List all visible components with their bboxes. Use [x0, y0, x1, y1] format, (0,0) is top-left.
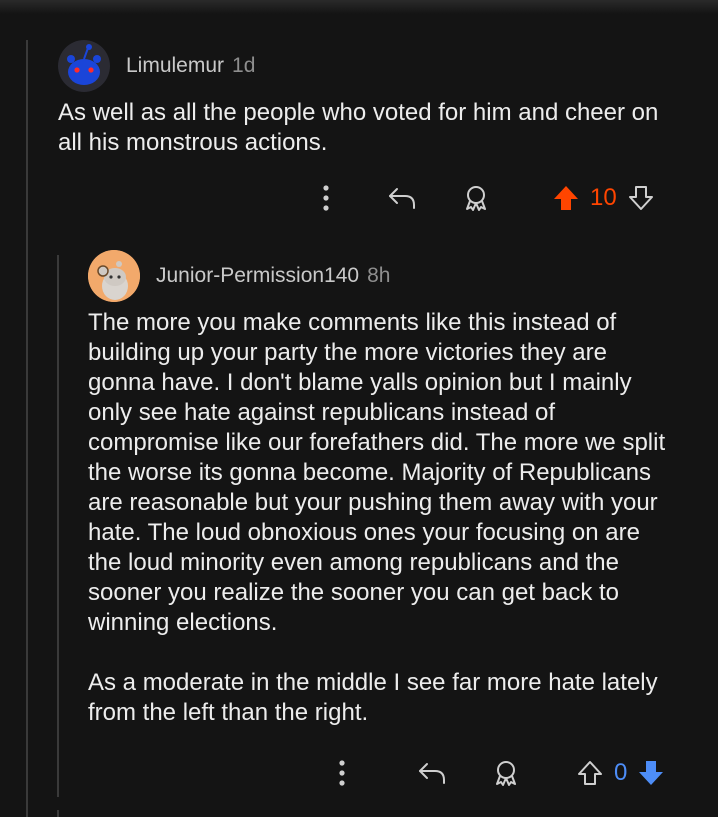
reply-button[interactable] — [412, 753, 452, 793]
avatar[interactable] — [88, 250, 140, 302]
more-options-button[interactable] — [322, 753, 362, 793]
downvote-button[interactable] — [621, 178, 661, 218]
upvote-icon — [554, 186, 578, 210]
username[interactable]: Junior-Permission140 — [156, 264, 359, 288]
comment-body: As well as all the people who voted for … — [58, 99, 666, 156]
comment-age: 8h — [367, 264, 391, 287]
thread-line-parent[interactable] — [26, 40, 28, 817]
comment-actions: 0 — [322, 753, 671, 793]
username[interactable]: Limulemur — [126, 54, 224, 78]
more-options-button[interactable] — [306, 178, 346, 218]
more-options-icon — [323, 185, 329, 211]
comment-junior-permission140: Junior-Permission140 8h The more you mak… — [88, 250, 698, 728]
thread-line-reply-continued[interactable] — [57, 810, 59, 817]
snoo-avatar-icon — [88, 250, 140, 302]
award-button[interactable] — [456, 178, 496, 218]
reply-icon — [419, 763, 445, 784]
upvote-icon — [578, 761, 602, 785]
award-icon — [466, 186, 486, 211]
thread-line-reply[interactable] — [57, 255, 59, 797]
comment-header: Limulemur 1d — [58, 40, 698, 92]
comment-body: The more you make comments like this ins… — [88, 309, 666, 726]
upvote-button[interactable] — [570, 753, 610, 793]
comment-header: Junior-Permission140 8h — [88, 250, 698, 302]
comment-actions: 10 — [306, 178, 661, 218]
vote-score: 0 — [614, 759, 628, 786]
reply-icon — [389, 188, 415, 209]
downvote-icon — [639, 761, 664, 785]
award-button[interactable] — [486, 753, 526, 793]
snoo-avatar-icon — [58, 40, 110, 92]
more-options-icon — [339, 760, 345, 786]
comment-age: 1d — [232, 54, 256, 77]
comment-limulemur: Limulemur 1d As well as all the people w… — [58, 40, 698, 158]
award-icon — [496, 761, 516, 786]
reply-button[interactable] — [382, 178, 422, 218]
vote-score: 10 — [590, 184, 617, 211]
avatar[interactable] — [58, 40, 110, 92]
downvote-button[interactable] — [631, 753, 671, 793]
downvote-icon — [628, 186, 653, 210]
upvote-button[interactable] — [546, 178, 586, 218]
previous-content-edge — [0, 0, 718, 14]
